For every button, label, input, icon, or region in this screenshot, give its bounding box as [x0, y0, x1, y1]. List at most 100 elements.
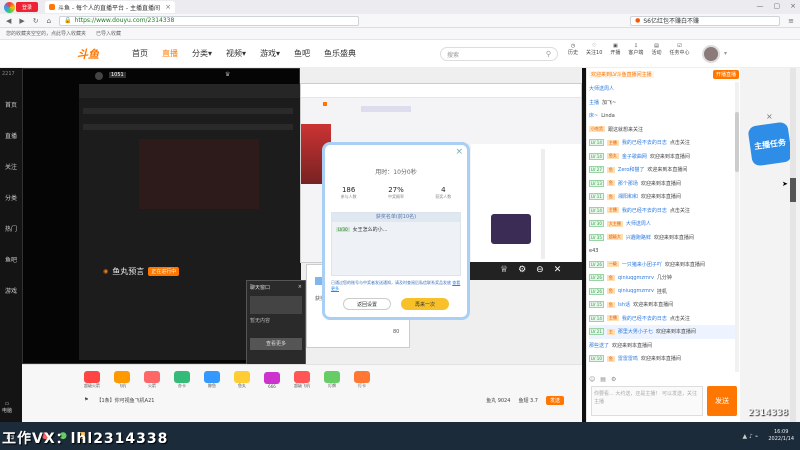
- close-window-icon[interactable]: ×: [790, 2, 796, 10]
- nav-video[interactable]: 视频▾: [226, 48, 246, 59]
- chat-scrollbar[interactable]: [735, 82, 739, 372]
- minimize-icon[interactable]: ⊖: [536, 265, 544, 275]
- task-center-action[interactable]: ☑ 任务中心: [669, 43, 689, 56]
- chat-username[interactable]: 一只猪来小团子吖: [622, 261, 662, 268]
- bookmark-item[interactable]: 您的收藏夹空空的，点此导入收藏夹: [6, 30, 86, 37]
- dark-stream-thumb[interactable]: [139, 139, 259, 209]
- client-action[interactable]: ⇩ 客户端: [628, 43, 643, 56]
- chat-username[interactable]: 那些送了: [589, 342, 609, 349]
- play-again-button[interactable]: 再来一次: [401, 298, 449, 310]
- refresh-icon[interactable]: ↻: [33, 17, 39, 25]
- page-scrollbar[interactable]: [790, 68, 796, 422]
- forward-icon[interactable]: ▶: [19, 17, 24, 25]
- stat-value: 4: [441, 186, 446, 194]
- page-scrollbar-thumb[interactable]: [790, 178, 796, 202]
- chat-level-badge: LV 13: [589, 179, 604, 187]
- rail-item-hot[interactable]: 热门: [5, 224, 17, 233]
- gift-item[interactable]: 鱼丸: [234, 371, 250, 389]
- chat-username[interactable]: lsh话: [618, 301, 630, 308]
- chat-username[interactable]: 金子歌曲网: [622, 153, 647, 160]
- rail-bottom[interactable]: ▭ 电脑: [2, 401, 12, 414]
- bookmark-item[interactable]: 已导入收藏: [96, 30, 121, 37]
- stat-label: 中奖概率: [387, 194, 404, 199]
- chat-username[interactable]: 我的已经不去的日志: [622, 207, 667, 214]
- chat-username[interactable]: 我的已经不去的日志: [622, 139, 667, 146]
- settings-icon[interactable]: ⚙: [611, 376, 616, 383]
- gift-item[interactable]: 火箭: [144, 371, 160, 389]
- site-search[interactable]: 搜索 ⚲: [440, 47, 558, 61]
- gift-item[interactable]: 超级飞机: [294, 371, 310, 389]
- gift-item[interactable]: 666: [264, 371, 280, 389]
- chat-username[interactable]: 雷雷雷鸣: [618, 355, 638, 362]
- rail-item-live[interactable]: 直播: [5, 131, 17, 140]
- rail-item-games[interactable]: 游戏: [5, 286, 17, 295]
- site-logo[interactable]: 斗鱼: [70, 46, 106, 62]
- chat-username[interactable]: 我的已经不去的日志: [622, 315, 667, 322]
- chat-username[interactable]: 兴趣跑路鲜: [626, 234, 651, 241]
- settings-icon[interactable]: ⚙: [518, 265, 526, 275]
- chevron-down-icon[interactable]: ▾: [724, 50, 727, 57]
- taskbar-clock[interactable]: 16:09 2022/1/14: [768, 429, 794, 443]
- chat-username[interactable]: 床~: [589, 112, 598, 119]
- maximize-icon[interactable]: ▢: [774, 2, 781, 10]
- nav-yuba[interactable]: 鱼吧: [294, 48, 310, 59]
- trophy-icon[interactable]: ♕: [500, 265, 508, 275]
- gift-item[interactable]: 飞机: [114, 371, 130, 389]
- stream-label-row: ◉ 鱼丸预言 正在进行中: [103, 266, 180, 277]
- activity-action[interactable]: ▤ 活动: [651, 43, 661, 56]
- rail-item-category[interactable]: 分类: [5, 193, 17, 202]
- follow-action[interactable]: ♡ 关注10: [586, 43, 602, 56]
- gift-item[interactable]: 打卡: [354, 371, 370, 389]
- close-icon[interactable]: ✕: [554, 265, 562, 275]
- tray-icons[interactable]: ▲ ♪ ⌁: [742, 433, 758, 440]
- rail-item-yuba[interactable]: 鱼吧: [5, 255, 17, 264]
- nav-festival[interactable]: 鱼乐盛典: [324, 48, 356, 59]
- menu-icon[interactable]: ≡: [788, 17, 794, 25]
- avatar[interactable]: [702, 45, 720, 63]
- tab-active[interactable]: 斗鱼 - 每个人的直播平台 - 主播直播间 ×: [45, 1, 175, 13]
- start-live-action[interactable]: ▣ 开播: [610, 43, 620, 56]
- gift-item[interactable]: 灯牌: [324, 371, 340, 389]
- nav-home[interactable]: 首页: [132, 48, 148, 59]
- close-icon[interactable]: ×: [455, 147, 463, 157]
- login-badge[interactable]: 登录: [16, 2, 38, 12]
- close-icon[interactable]: ×: [766, 112, 773, 121]
- rail-item-follow[interactable]: 关注: [5, 162, 17, 171]
- chat-username[interactable]: 湘阳和和: [618, 193, 638, 200]
- gift-icon[interactable]: ▤: [600, 376, 606, 383]
- chat-send-button[interactable]: 发送: [707, 386, 737, 416]
- browser-search-box[interactable]: ● S6亿红包不赚白不赚: [630, 15, 781, 26]
- chat-username[interactable]: 大师送周人: [589, 85, 614, 92]
- bottom-send-button[interactable]: 发送: [545, 395, 564, 405]
- emoji-icon[interactable]: ☺: [589, 376, 595, 383]
- rail-item-home[interactable]: 首页: [5, 100, 17, 109]
- chat-username[interactable]: 那里大男小子七: [618, 328, 653, 335]
- chat-input[interactable]: 你要看... 大约送，还是主播！ 可以发送，关注主播: [591, 386, 703, 416]
- chat-username[interactable]: 那个那场: [618, 180, 638, 187]
- nav-live[interactable]: 直播: [162, 48, 178, 59]
- chat-scrollbar-thumb[interactable]: [735, 112, 739, 172]
- chat-username[interactable]: 大师送周人: [626, 220, 651, 227]
- nav-games[interactable]: 游戏▾: [260, 48, 280, 59]
- address-bar[interactable]: 🔒 https://www.douyu.com/2314338: [59, 15, 360, 26]
- chat-username[interactable]: 主播: [589, 99, 599, 106]
- minimize-icon[interactable]: —: [757, 2, 764, 10]
- search-icon[interactable]: ⚲: [546, 50, 551, 58]
- popup-small-link[interactable]: 查看更多: [250, 338, 302, 350]
- close-tab-icon[interactable]: ×: [165, 3, 171, 11]
- close-icon[interactable]: ×: [298, 284, 302, 290]
- history-action[interactable]: ◷ 历史: [568, 43, 578, 56]
- chat-username[interactable]: qiniuqgmzmrv: [618, 288, 654, 294]
- gift-item[interactable]: 超级火箭: [84, 371, 100, 389]
- chat-username[interactable]: qiniuqgmzmrv: [618, 275, 654, 281]
- task-badge[interactable]: 主播任务: [747, 121, 793, 167]
- home-icon[interactable]: ⌂: [47, 17, 51, 25]
- embedded-scrollbar[interactable]: [541, 149, 545, 259]
- gift-item[interactable]: 办卡: [174, 371, 190, 389]
- gift-item[interactable]: 鲸鱼: [204, 371, 220, 389]
- nav-category[interactable]: 分类▾: [192, 48, 212, 59]
- back-icon[interactable]: ◀: [6, 17, 11, 25]
- chat-username[interactable]: Zero和猫了: [618, 166, 645, 173]
- chat-top-button[interactable]: 开播直播: [712, 69, 739, 79]
- back-to-settings-button[interactable]: 返回设置: [343, 298, 391, 310]
